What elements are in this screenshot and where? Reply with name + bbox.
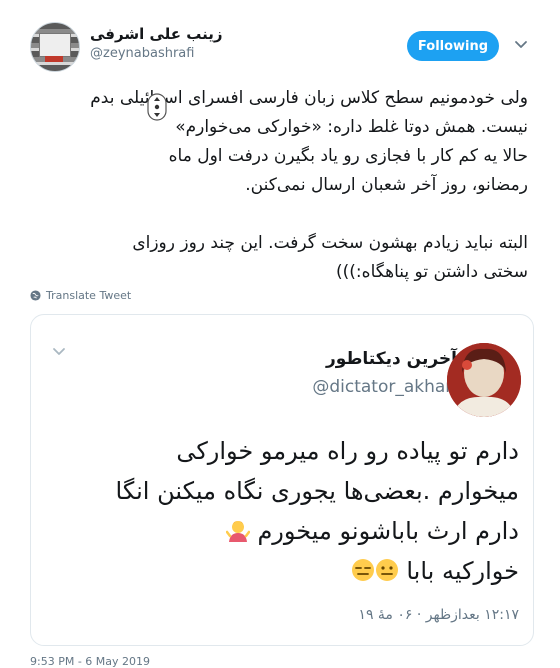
globe-icon xyxy=(30,290,41,301)
quoted-author-handle[interactable]: @dictator_akhari xyxy=(257,377,457,397)
mouse-cursor-icon xyxy=(147,93,167,121)
quoted-timestamp[interactable]: ۱۲:۱۷ بعدازظهر · ۰۶ مهٔ ۱۹ xyxy=(307,607,519,623)
tweet-line: سختی داشتن تو پناهگاه:))) xyxy=(336,262,528,282)
author-name[interactable]: زینب علی اشرفی xyxy=(90,25,222,43)
following-button[interactable]: Following xyxy=(407,31,499,61)
avatar-logo-detail xyxy=(45,56,63,62)
quoted-line: دارم ارث باباشونو میخورم xyxy=(257,517,519,545)
tweet-text: ولی خودمونیم سطح کلاس زبان فارسی افسرای … xyxy=(28,84,528,287)
quoted-tweet[interactable]: آخرین دیکتاطور @dictator_akhari دارم تو … xyxy=(30,314,534,646)
expressionless-face-emoji xyxy=(351,559,374,581)
quoted-line: دارم تو پیاده رو راه میرمو خوارکی xyxy=(176,437,519,465)
chevron-down-icon[interactable] xyxy=(513,36,529,52)
translate-tweet-link[interactable]: Translate Tweet xyxy=(30,289,131,302)
quoted-tweet-text: دارم تو پیاده رو راه میرمو خوارکی میخوار… xyxy=(67,431,519,591)
quoted-line: میخوارم .بعضی‌ها یجوری نگاه میکنن انگا xyxy=(115,477,519,505)
author-avatar[interactable] xyxy=(30,22,80,72)
quoted-author-name[interactable]: آخرین دیکتاطور xyxy=(267,349,457,369)
quoted-line-with-emoji: خوارکیه بابا xyxy=(67,551,519,591)
avatar-photo-detail xyxy=(39,33,71,57)
tweet-line: نیست. همش دوتا غلط داره: «خوارکی می‌خوار… xyxy=(175,117,528,137)
quoted-author-avatar[interactable] xyxy=(447,343,521,417)
neutral-face-emoji xyxy=(375,559,398,581)
shrug-emoji xyxy=(225,521,250,542)
tweet-timestamp[interactable]: 9:53 PM - 6 May 2019 xyxy=(30,655,150,668)
tweet-line: ولی خودمونیم سطح کلاس زبان فارسی افسرای … xyxy=(90,88,528,108)
quoted-line: خوارکیه بابا xyxy=(406,557,519,585)
tweet-line: حالا یه کم کار با فجازی رو یاد بگیرن درف… xyxy=(168,146,528,166)
chevron-down-icon[interactable] xyxy=(51,343,67,359)
tweet-line: رمضانو، روز آخر شعبان ارسال نمی‌کنن. xyxy=(245,175,528,195)
translate-label: Translate Tweet xyxy=(46,289,132,302)
tweet-line: البته نباید زیادم بهشون سخت گرفت. این چن… xyxy=(132,233,528,253)
avatar-portrait-icon xyxy=(447,343,521,417)
author-handle[interactable]: @zeynabashrafi xyxy=(90,46,194,61)
quoted-line-with-emoji: دارم ارث باباشونو میخورم xyxy=(67,511,519,551)
